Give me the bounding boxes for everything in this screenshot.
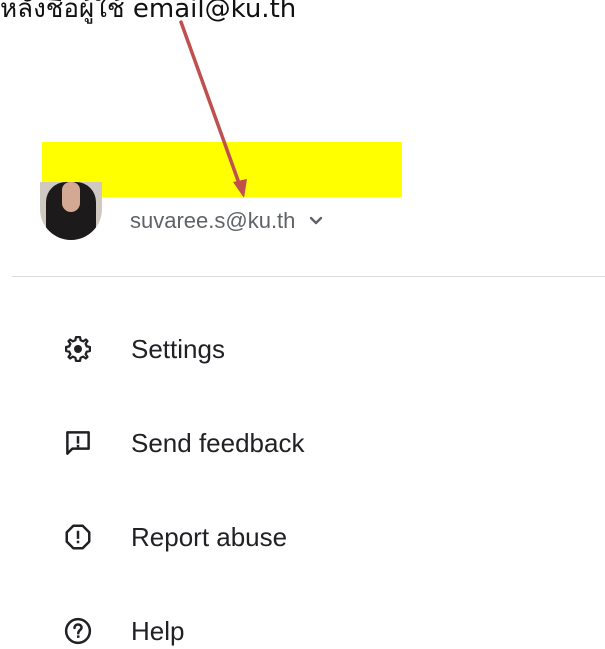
- feedback-icon: [60, 425, 96, 461]
- gear-icon: [60, 331, 96, 367]
- avatar[interactable]: [40, 182, 102, 240]
- chevron-down-icon[interactable]: [307, 212, 325, 230]
- report-icon: [60, 519, 96, 555]
- account-email: suvaree.s@ku.th: [130, 208, 296, 233]
- menu-item-send-feedback[interactable]: Send feedback: [0, 396, 605, 490]
- menu-divider: [12, 276, 605, 277]
- menu-item-label: Settings: [131, 333, 225, 364]
- account-switcher[interactable]: suvaree.s@ku.th: [130, 208, 325, 234]
- menu-item-label: Help: [131, 615, 185, 646]
- menu-item-label: Send feedback: [131, 427, 305, 458]
- menu-item-help[interactable]: Help: [0, 584, 605, 649]
- avatar-face: [62, 182, 80, 212]
- account-menu-screen: หลังชื่อผู้ใช้ email@ku.th suvaree.s@ku.…: [0, 0, 605, 649]
- menu-item-label: Report abuse: [131, 521, 288, 552]
- menu-item-settings[interactable]: Settings: [0, 302, 605, 396]
- menu-item-report-abuse[interactable]: Report abuse: [0, 490, 605, 584]
- help-icon: [60, 613, 96, 649]
- annotation-caption: หลังชื่อผู้ใช้ email@ku.th: [0, 0, 297, 24]
